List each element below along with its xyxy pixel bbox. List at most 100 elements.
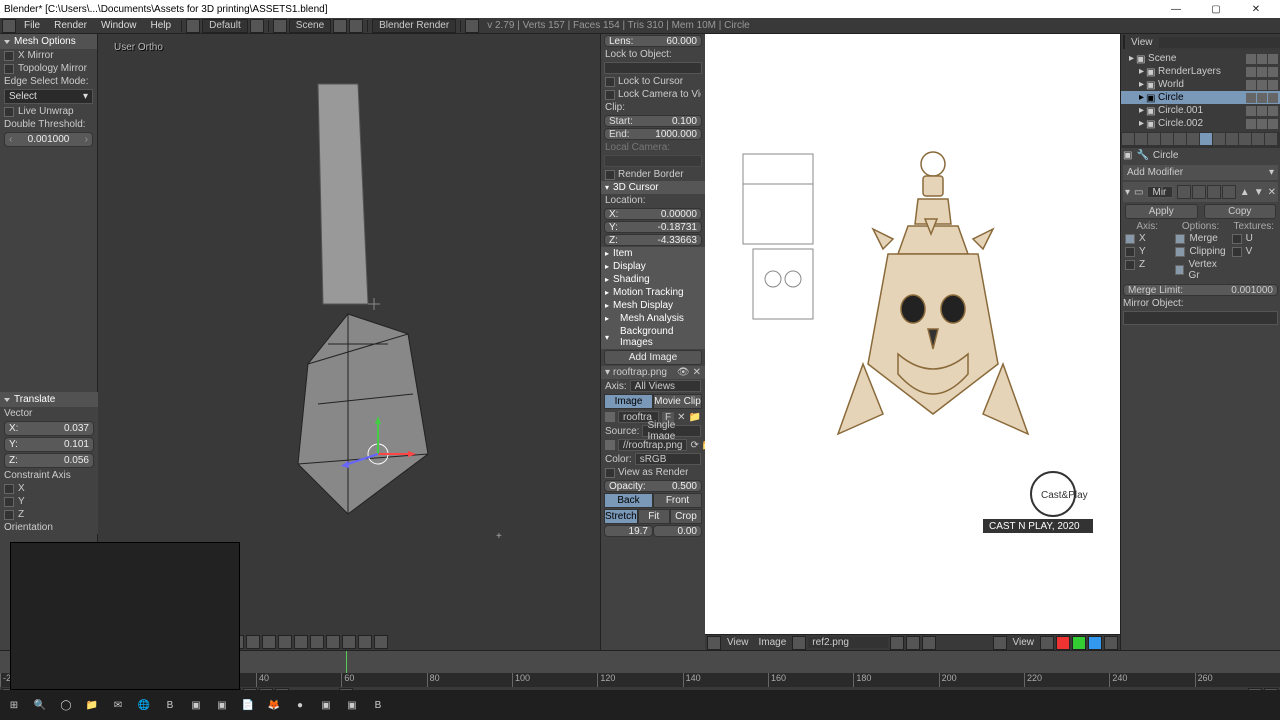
taskbar-app-icon[interactable]: 📁	[80, 693, 104, 717]
translate-y-field[interactable]: Y:0.101	[4, 437, 94, 452]
img-menu-image[interactable]: Image	[755, 637, 791, 648]
mesh-options-header[interactable]: Mesh Options	[0, 34, 97, 49]
translate-x-field[interactable]: X:0.037	[4, 421, 94, 436]
mod-up-icon[interactable]: ▲	[1240, 187, 1250, 198]
img-new-icon[interactable]	[906, 636, 920, 650]
snap-icon[interactable]	[278, 635, 292, 649]
mod-render-icon[interactable]	[1177, 185, 1191, 199]
restrict-view-icon[interactable]	[1246, 93, 1256, 103]
restrict-view-icon[interactable]	[1246, 106, 1256, 116]
restrict-select-icon[interactable]	[1257, 119, 1267, 129]
outliner-menu-view[interactable]: View	[1127, 37, 1157, 48]
meshanal-header[interactable]: ▸Mesh Analysis	[601, 312, 705, 325]
constraint-x-checkbox[interactable]	[4, 484, 14, 494]
live-unwrap-checkbox[interactable]	[4, 107, 14, 117]
lens-field[interactable]: Lens:60.000	[604, 35, 702, 47]
local-cam-field[interactable]	[604, 155, 702, 167]
view-as-render-checkbox[interactable]	[605, 468, 615, 478]
taskbar-app-icon[interactable]: ●	[288, 693, 312, 717]
ctx-constraint-icon[interactable]	[1187, 133, 1199, 145]
window-minimize-button[interactable]: —	[1156, 0, 1196, 18]
scene-icon[interactable]	[273, 19, 287, 33]
menu-render[interactable]: Render	[48, 20, 93, 31]
clip-start-field[interactable]: Start:0.100	[604, 115, 702, 127]
fit-button[interactable]: Fit	[638, 509, 670, 524]
item-header[interactable]: ▸Item	[601, 247, 705, 260]
path-field[interactable]: //rooftrap.png	[618, 439, 687, 451]
offset-y-field[interactable]: 0.00	[653, 525, 702, 537]
layout-prev-icon[interactable]	[186, 19, 200, 33]
stretch-button[interactable]: Stretch	[604, 509, 638, 524]
ctx-data-icon[interactable]	[1213, 133, 1225, 145]
img-pin-icon[interactable]	[890, 636, 904, 650]
layers-icon[interactable]	[262, 635, 276, 649]
path-reload-icon[interactable]: ⟳	[690, 440, 698, 451]
back-button[interactable]: Back	[604, 493, 653, 508]
render-icon[interactable]	[374, 635, 388, 649]
restrict-render-icon[interactable]	[1268, 93, 1278, 103]
apply-button[interactable]: Apply	[1125, 204, 1198, 219]
restrict-render-icon[interactable]	[1268, 80, 1278, 90]
color-dropdown[interactable]: sRGB	[635, 453, 701, 465]
crop-button[interactable]: Crop	[670, 509, 702, 524]
ctx-modifier-icon[interactable]	[1200, 133, 1212, 145]
restrict-view-icon[interactable]	[1246, 80, 1256, 90]
meshdisp-header[interactable]: ▸Mesh Display	[601, 299, 705, 312]
mod-del-icon[interactable]: ✕	[1268, 187, 1276, 198]
editor-type-icon[interactable]	[2, 19, 16, 33]
cursor-x-field[interactable]: X:0.00000	[604, 208, 702, 220]
scene-dropdown[interactable]: Scene	[289, 19, 331, 33]
axis-x-checkbox[interactable]	[1125, 234, 1135, 244]
taskbar-app-icon[interactable]: ◯	[54, 693, 78, 717]
restrict-render-icon[interactable]	[1268, 106, 1278, 116]
add-modifier-dropdown[interactable]: Add Modifier▾	[1123, 165, 1278, 180]
translate-header[interactable]: Translate	[0, 392, 98, 407]
lock-obj-field[interactable]	[604, 62, 702, 74]
modifier-name-field[interactable]: Mir	[1147, 186, 1172, 198]
dbl-thresh-field[interactable]: ‹0.001000›	[4, 132, 93, 147]
menu-help[interactable]: Help	[145, 20, 178, 31]
xmirror-checkbox[interactable]	[4, 51, 14, 61]
edge-select-dropdown[interactable]: Select▾	[4, 89, 93, 104]
mod-edit-icon[interactable]	[1207, 185, 1221, 199]
taskbar-app-icon[interactable]: B	[366, 693, 390, 717]
restrict-view-icon[interactable]	[1246, 119, 1256, 129]
outliner-item[interactable]: ▸▣Circle	[1121, 91, 1280, 104]
channel-g-icon[interactable]	[1072, 636, 1086, 650]
restrict-render-icon[interactable]	[1268, 54, 1278, 64]
translate-z-field[interactable]: Z:0.056	[4, 453, 94, 468]
add-image-button[interactable]: Add Image	[604, 350, 702, 365]
cursor-y-field[interactable]: Y:-0.18731	[604, 221, 702, 233]
menu-file[interactable]: File	[18, 20, 46, 31]
mod-down-icon[interactable]: ▼	[1254, 187, 1264, 198]
outliner-item[interactable]: ▸▣World	[1121, 78, 1280, 91]
cursor-z-field[interactable]: Z:-4.33663	[604, 234, 702, 246]
copy-button[interactable]: Copy	[1204, 204, 1277, 219]
img-editor-type-icon[interactable]	[707, 636, 721, 650]
restrict-select-icon[interactable]	[1257, 54, 1267, 64]
ctx-render-icon[interactable]	[1122, 133, 1134, 145]
constraint-z-checkbox[interactable]	[4, 510, 14, 520]
motion-header[interactable]: ▸Motion Tracking	[601, 286, 705, 299]
mod-realtime-icon[interactable]	[1192, 185, 1206, 199]
restrict-render-icon[interactable]	[1268, 67, 1278, 77]
constraint-y-checkbox[interactable]	[4, 497, 14, 507]
display-header[interactable]: ▸Display	[601, 260, 705, 273]
shading-icon[interactable]	[326, 635, 340, 649]
source-dropdown[interactable]: Single Image	[642, 425, 701, 437]
menu-window[interactable]: Window	[95, 20, 143, 31]
bgimg-hide-icon[interactable]: 👁	[677, 367, 690, 378]
lock-cursor-checkbox[interactable]	[605, 77, 615, 87]
img-menu-view2[interactable]: View	[1009, 637, 1039, 648]
outliner-item[interactable]: ▸▣Circle.002	[1121, 117, 1280, 130]
lock-cam-checkbox[interactable]	[605, 90, 615, 100]
render-border-checkbox[interactable]	[605, 170, 615, 180]
scene-add-icon[interactable]	[333, 19, 347, 33]
ctx-particle-icon[interactable]	[1252, 133, 1264, 145]
restrict-view-icon[interactable]	[1246, 54, 1256, 64]
ctx-material-icon[interactable]	[1226, 133, 1238, 145]
bgimg-tab-image[interactable]: Image	[604, 394, 653, 409]
taskbar-app-icon[interactable]: ▣	[210, 693, 234, 717]
outliner-type-icon[interactable]	[1123, 35, 1125, 49]
offset-x-field[interactable]: 19.7	[604, 525, 653, 537]
